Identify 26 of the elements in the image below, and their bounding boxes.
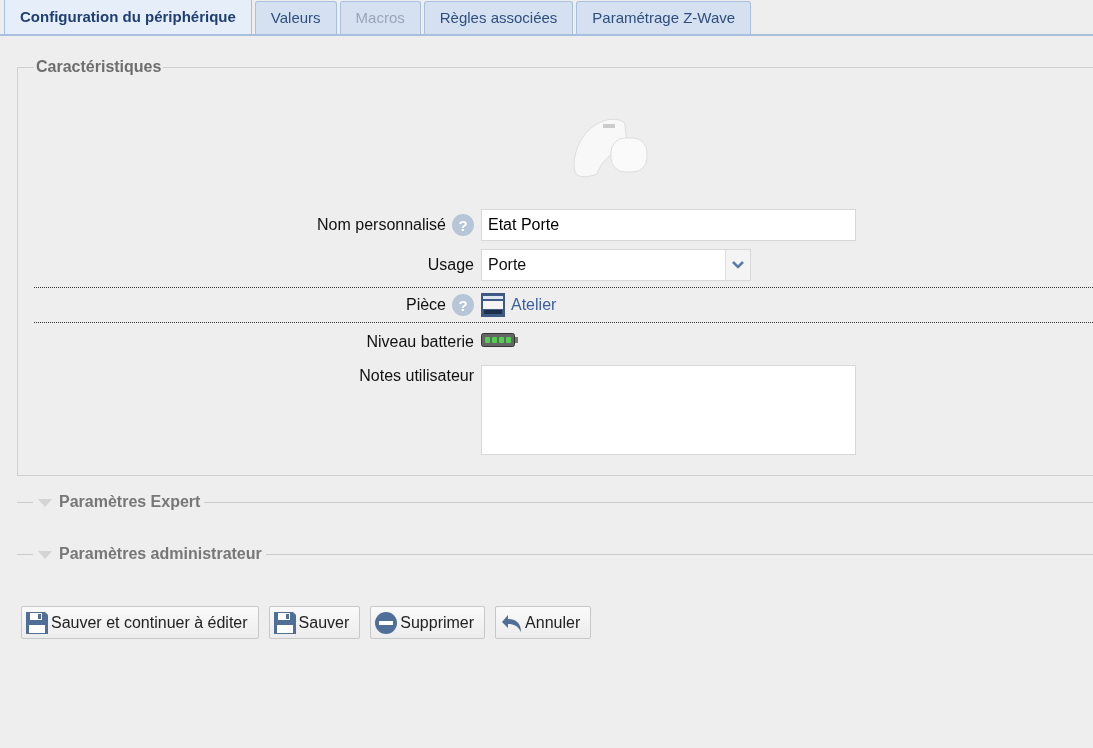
tab[interactable]: Configuration du périphérique — [4, 0, 252, 34]
section-title[interactable]: Paramètres Expert — [59, 493, 201, 511]
section-title[interactable]: Paramètres administrateur — [59, 545, 262, 563]
field-label: Pièce — [405, 296, 446, 314]
usage-dropdown[interactable]: Porte — [481, 249, 751, 281]
tab[interactable]: Valeurs — [254, 1, 337, 34]
tab[interactable]: Règles associées — [423, 1, 574, 34]
field-label: Usage — [427, 256, 474, 274]
undo-button[interactable]: Annuler — [495, 606, 592, 639]
tab[interactable]: Paramétrage Z-Wave — [576, 1, 752, 34]
notes-field[interactable] — [481, 365, 856, 455]
field-label: Niveau batterie — [366, 333, 474, 351]
field-label: Nom personnalisé — [317, 216, 446, 234]
collapse-arrow-icon[interactable] — [37, 496, 53, 508]
save-button[interactable]: Sauver — [268, 606, 361, 639]
collapse-arrow-icon[interactable] — [37, 548, 53, 560]
chevron-down-icon — [732, 261, 744, 269]
save-button[interactable]: Sauver et continuer à éditer — [21, 606, 259, 639]
name-field[interactable]: Etat Porte — [481, 209, 856, 241]
room-icon — [481, 293, 505, 317]
panel-legend: Caractéristiques — [34, 58, 164, 76]
room-link[interactable]: Atelier — [511, 296, 557, 314]
minus-circle-icon — [374, 610, 399, 635]
delete-button[interactable]: Supprimer — [370, 606, 486, 639]
field-label: Notes utilisateur — [359, 367, 474, 385]
battery-icon — [481, 333, 518, 347]
